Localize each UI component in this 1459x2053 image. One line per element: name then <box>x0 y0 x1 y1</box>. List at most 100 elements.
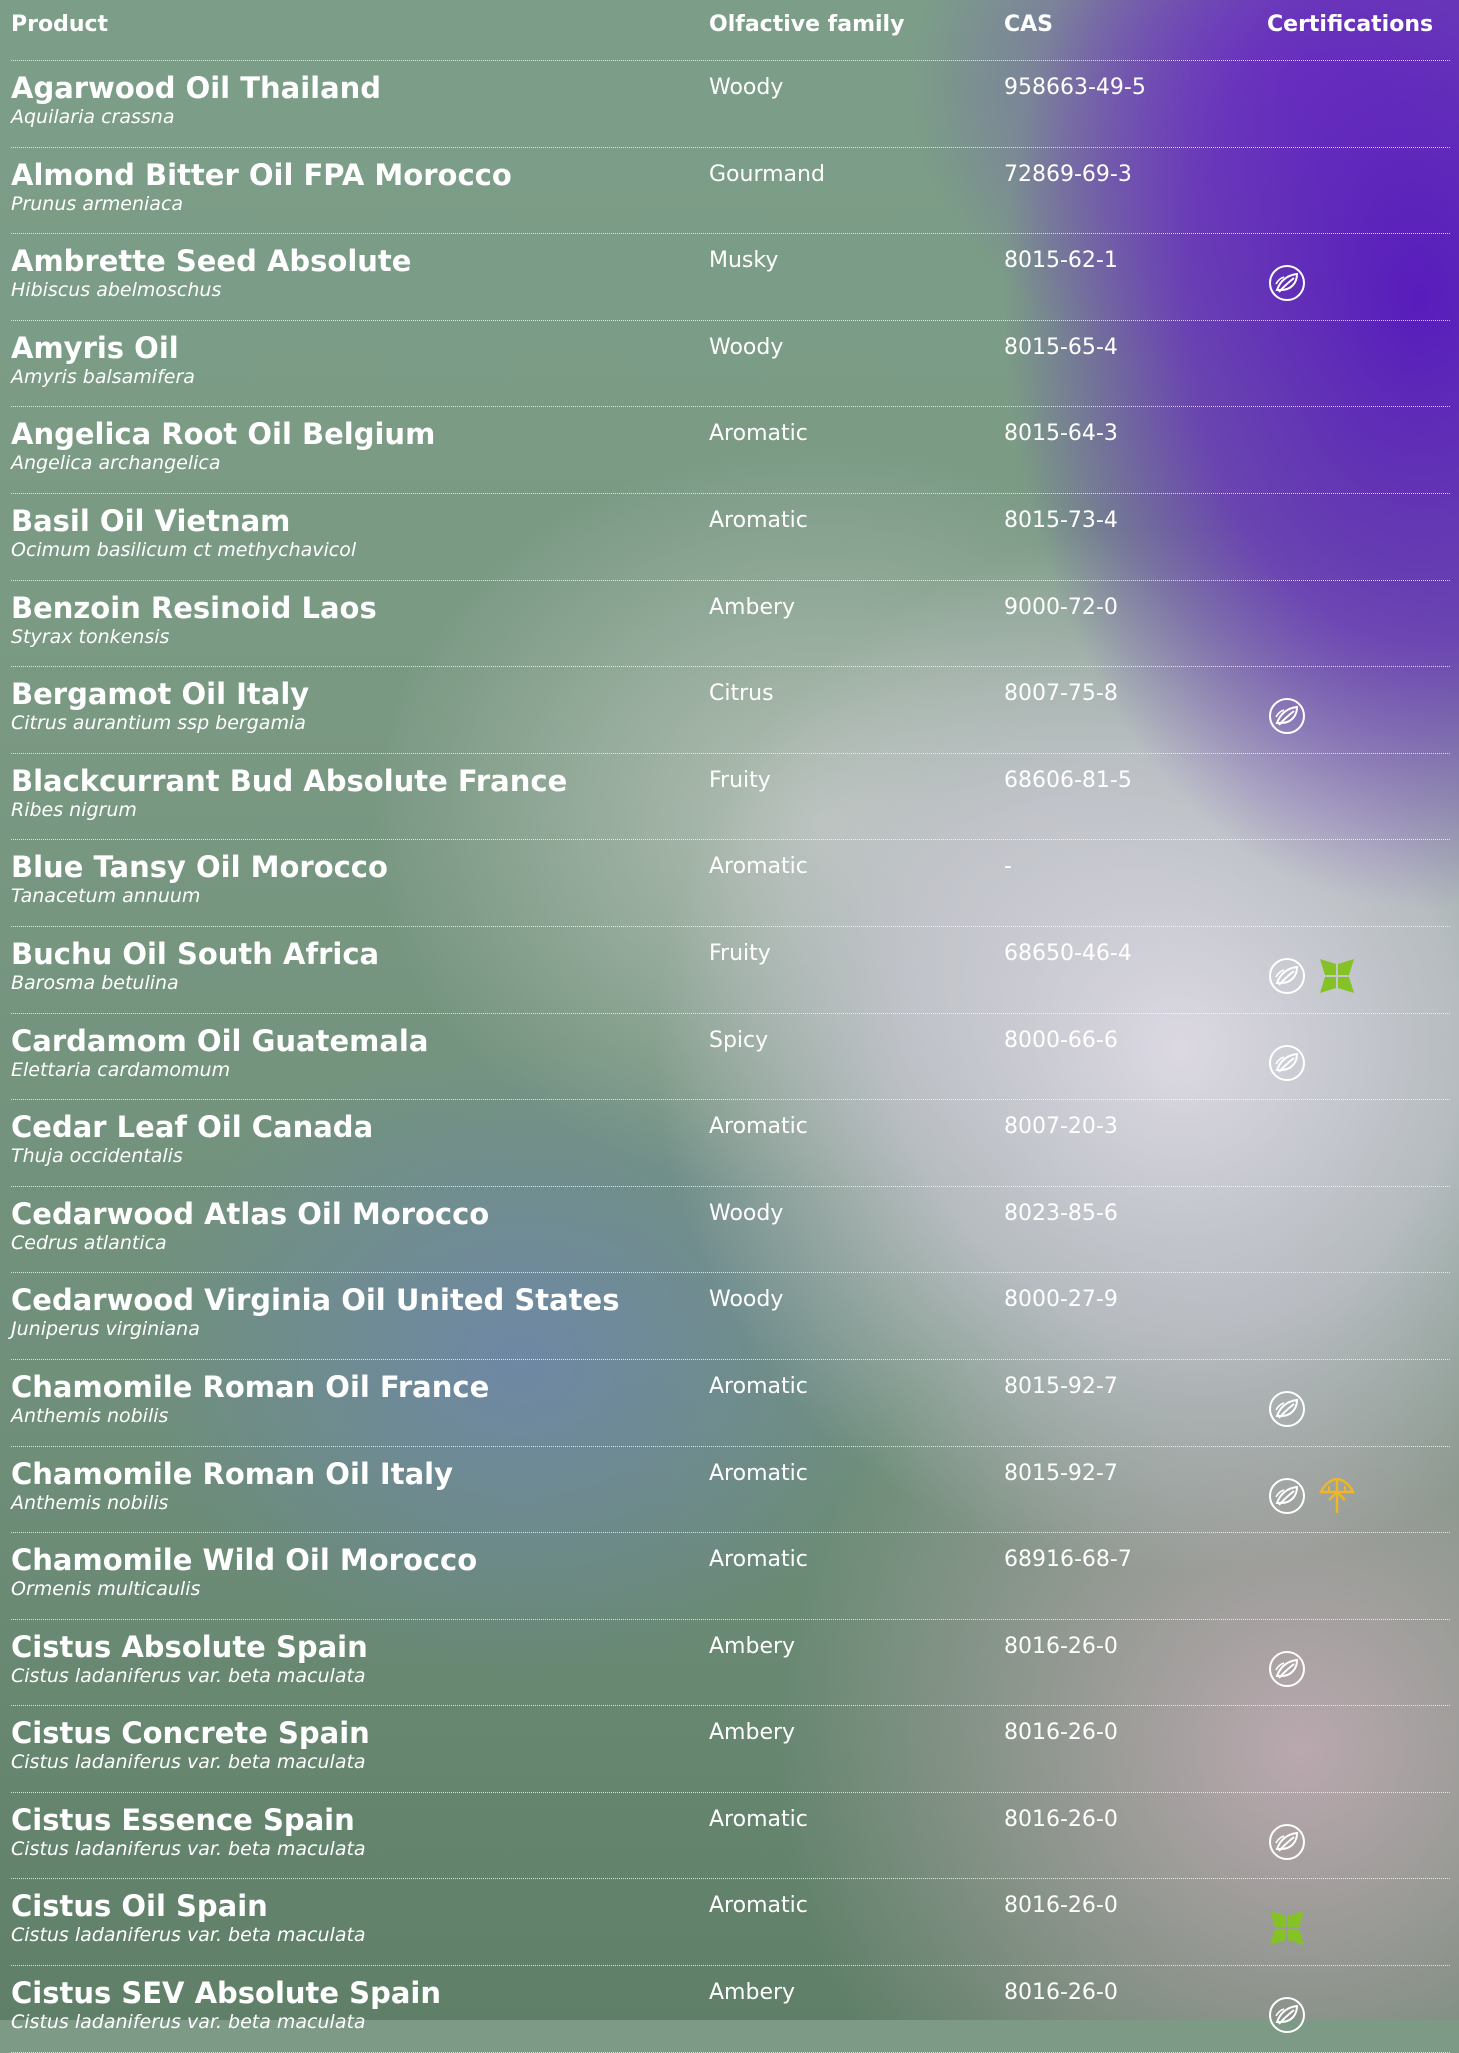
organic-leaf-icon <box>1267 956 1307 996</box>
cas-column-header[interactable]: CAS <box>1004 12 1053 37</box>
olfactive-family: Aromatic <box>709 421 808 447</box>
table-row[interactable]: Amyris Oil Amyris balsamifera Woody 8015-65… <box>11 321 1450 408</box>
product-name[interactable]: Blackcurrant Bud Absolute France <box>11 764 567 798</box>
product-name[interactable]: Agarwood Oil Thailand <box>11 71 381 105</box>
botanical-name: Thuja occidentalis <box>11 1145 183 1168</box>
product-name[interactable]: Chamomile Roman Oil Italy <box>11 1457 453 1491</box>
organic-leaf-icon <box>1267 696 1307 736</box>
cas-number: 72869-69-3 <box>1004 161 1132 187</box>
botanical-name: Amyris balsamifera <box>11 365 195 388</box>
product-name[interactable]: Bergamot Oil Italy <box>11 677 309 711</box>
product-name[interactable]: Cedarwood Virginia Oil United States <box>11 1283 619 1317</box>
botanical-name: Cistus ladaniferus var. beta maculata <box>11 1837 366 1860</box>
organic-leaf-icon <box>1267 263 1307 303</box>
cas-number: 8023-85-6 <box>1004 1200 1118 1226</box>
botanical-name: Styrax tonkensis <box>11 625 170 648</box>
botanical-name: Hibiscus abelmoschus <box>11 279 222 302</box>
certifications-column-header[interactable]: Certifications <box>1267 12 1433 37</box>
botanical-name: Citrus aurantium ssp bergamia <box>11 712 306 735</box>
product-name[interactable]: Cistus Absolute Spain <box>11 1630 368 1664</box>
certifications <box>1267 1043 1307 1083</box>
certifications <box>1267 1908 1307 1948</box>
product-name[interactable]: Cistus Oil Spain <box>11 1889 268 1923</box>
olfactive-family: Ambery <box>709 594 796 620</box>
table-row[interactable]: Cistus Concrete Spain Cistus ladaniferus … <box>11 1706 1450 1793</box>
product-name[interactable]: Cardamom Oil Guatemala <box>11 1024 428 1058</box>
certifications <box>1267 696 1307 736</box>
botanical-name: Anthemis nobilis <box>11 1404 169 1427</box>
table-row[interactable]: Cistus SEV Absolute Spain Cistus ladanife… <box>11 1966 1450 2053</box>
certifications <box>1267 1995 1307 2035</box>
organic-leaf-icon <box>1267 1822 1307 1862</box>
table-row[interactable]: Agarwood Oil Thailand Aquilaria crassna Wo… <box>11 61 1450 148</box>
table-row[interactable]: Cistus Absolute Spain Cistus ladaniferus … <box>11 1620 1450 1707</box>
cas-number: 8007-20-3 <box>1004 1114 1118 1140</box>
botanical-name: Ormenis multicaulis <box>11 1578 201 1601</box>
product-name[interactable]: Cistus Concrete Spain <box>11 1716 370 1750</box>
table-row[interactable]: Cedar Leaf Oil Canada Thuja occidentalis A… <box>11 1100 1450 1187</box>
botanical-name: Cistus ladaniferus var. beta maculata <box>11 2011 366 2034</box>
product-name[interactable]: Ambrette Seed Absolute <box>11 244 411 278</box>
olfactive-family: Woody <box>709 1287 784 1313</box>
product-column-header[interactable]: Product <box>11 12 108 37</box>
fair-trade-icon <box>1317 956 1357 996</box>
product-name[interactable]: Basil Oil Vietnam <box>11 504 290 538</box>
product-name[interactable]: Almond Bitter Oil FPA Morocco <box>11 158 512 192</box>
organic-leaf-icon <box>1267 1043 1307 1083</box>
product-name[interactable]: Cedar Leaf Oil Canada <box>11 1110 373 1144</box>
table-row[interactable]: Almond Bitter Oil FPA Morocco Prunus arme… <box>11 148 1450 235</box>
botanical-name: Ribes nigrum <box>11 798 137 821</box>
table-row[interactable]: Ambrette Seed Absolute Hibiscus abelmosch… <box>11 234 1450 321</box>
table-row[interactable]: Cedarwood Atlas Oil Morocco Cedrus atlant… <box>11 1187 1450 1274</box>
product-name[interactable]: Angelica Root Oil Belgium <box>11 417 435 451</box>
table-row[interactable]: Cistus Essence Spain Cistus ladaniferus v… <box>11 1793 1450 1880</box>
table-body: Agarwood Oil Thailand Aquilaria crassna Wo… <box>11 61 1450 2053</box>
certifications <box>1267 1822 1307 1862</box>
fair-trade-icon <box>1267 1908 1307 1948</box>
certifications <box>1267 263 1307 303</box>
table-row[interactable]: Cedarwood Virginia Oil United States Juni… <box>11 1273 1450 1360</box>
table-row[interactable]: Blue Tansy Oil Morocco Tanacetum annuum Ar… <box>11 840 1450 927</box>
product-name[interactable]: Cistus SEV Absolute Spain <box>11 1976 441 2010</box>
product-name[interactable]: Blue Tansy Oil Morocco <box>11 850 388 884</box>
cas-number: 8015-92-7 <box>1004 1373 1118 1399</box>
product-name[interactable]: Cistus Essence Spain <box>11 1803 355 1837</box>
botanical-name: Cistus ladaniferus var. beta maculata <box>11 1751 366 1774</box>
table-row[interactable]: Bergamot Oil Italy Citrus aurantium ssp b… <box>11 667 1450 754</box>
organic-leaf-icon <box>1267 1995 1307 2035</box>
table-row[interactable]: Chamomile Roman Oil Italy Anthemis nobili… <box>11 1447 1450 1534</box>
cas-number: 8015-65-4 <box>1004 334 1118 360</box>
table-row[interactable]: Angelica Root Oil Belgium Angelica archan… <box>11 407 1450 494</box>
cas-number: 8016-26-0 <box>1004 1980 1118 2006</box>
product-name[interactable]: Cedarwood Atlas Oil Morocco <box>11 1197 489 1231</box>
olfactive-family: Aromatic <box>709 1373 808 1399</box>
olfactive-family: Aromatic <box>709 1893 808 1919</box>
product-name[interactable]: Benzoin Resinoid Laos <box>11 591 377 625</box>
cas-number: 8000-27-9 <box>1004 1287 1118 1313</box>
product-name[interactable]: Chamomile Wild Oil Morocco <box>11 1543 477 1577</box>
olfactive-family: Gourmand <box>709 161 825 187</box>
table-row[interactable]: Basil Oil Vietnam Ocimum basilicum ct met… <box>11 494 1450 581</box>
table-row[interactable]: Benzoin Resinoid Laos Styrax tonkensis Amb… <box>11 581 1450 668</box>
cas-number: 8015-73-4 <box>1004 507 1118 533</box>
cas-number: 68606-81-5 <box>1004 767 1132 793</box>
botanical-name: Juniperus virginiana <box>11 1318 200 1341</box>
table-row[interactable]: Cardamom Oil Guatemala Elettaria cardamom… <box>11 1014 1450 1101</box>
botanical-name: Anthemis nobilis <box>11 1491 169 1514</box>
cas-number: 958663-49-5 <box>1004 75 1146 100</box>
botanical-name: Aquilaria crassna <box>11 106 175 128</box>
table-row[interactable]: Chamomile Wild Oil Morocco Ormenis multic… <box>11 1533 1450 1620</box>
table-row[interactable]: Chamomile Roman Oil France Anthemis nobil… <box>11 1360 1450 1447</box>
cas-number: 8016-26-0 <box>1004 1720 1118 1746</box>
table-row[interactable]: Buchu Oil South Africa Barosma betulina Fr… <box>11 927 1450 1014</box>
product-name[interactable]: Amyris Oil <box>11 331 179 365</box>
product-name[interactable]: Buchu Oil South Africa <box>11 937 379 971</box>
botanical-name: Tanacetum annuum <box>11 885 201 908</box>
product-name[interactable]: Chamomile Roman Oil France <box>11 1370 489 1404</box>
table-row[interactable]: Blackcurrant Bud Absolute France Ribes ni… <box>11 754 1450 841</box>
table-row[interactable]: Cistus Oil Spain Cistus ladaniferus var. … <box>11 1879 1450 1967</box>
organic-leaf-icon <box>1267 1649 1307 1689</box>
family-column-header[interactable]: Olfactive family <box>709 12 904 37</box>
olfactive-family: Aromatic <box>709 854 808 880</box>
cas-number: 8016-26-0 <box>1004 1893 1118 1919</box>
